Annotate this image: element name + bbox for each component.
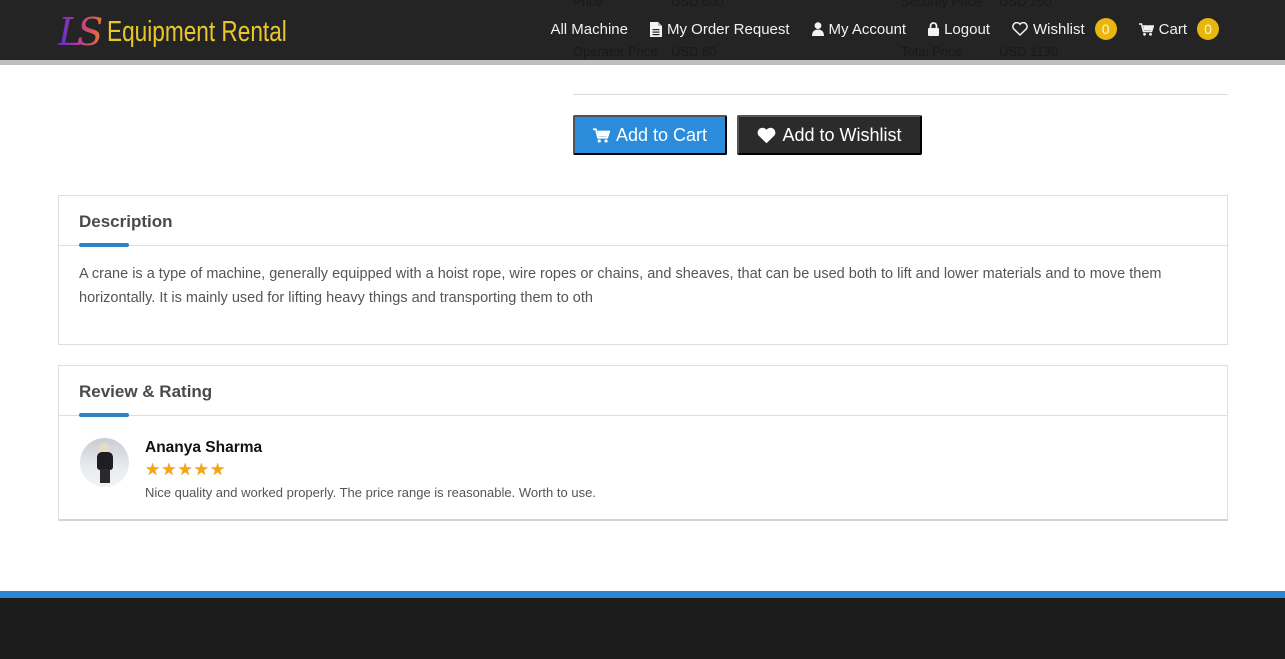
cart-icon bbox=[1138, 22, 1154, 36]
star-filled-icon: ★ bbox=[145, 460, 161, 479]
top-navbar: LS Equipment Rental All Machine My Order… bbox=[0, 0, 1285, 60]
star-filled-icon: ★ bbox=[193, 460, 209, 479]
lock-icon bbox=[928, 22, 940, 36]
nav-logout[interactable]: Logout bbox=[928, 21, 990, 38]
star-filled-icon: ★ bbox=[210, 460, 226, 479]
review-panel: Review & Rating Ananya Sharma ★ ★ ★ ★ ★ Nice… bbox=[58, 365, 1228, 521]
section-divider bbox=[573, 94, 1228, 95]
nav-label: Cart bbox=[1158, 20, 1187, 38]
nav-label: Wishlist bbox=[1032, 20, 1085, 38]
nav-label: Logout bbox=[944, 20, 990, 38]
add-to-cart-button[interactable]: Add to Cart bbox=[573, 115, 727, 155]
review-text: Nice quality and worked properly. The pr… bbox=[145, 485, 596, 500]
cart-icon bbox=[592, 127, 610, 143]
nav-label: My Account bbox=[828, 20, 907, 38]
footer bbox=[0, 598, 1285, 659]
nav-my-account[interactable]: My Account bbox=[811, 20, 907, 38]
review-panel-header: Review & Rating bbox=[59, 366, 1227, 417]
nav-wishlist[interactable]: Wishlist 0 bbox=[1012, 18, 1117, 40]
description-panel-header: Description bbox=[59, 196, 1227, 247]
heart-icon bbox=[757, 127, 776, 144]
nav-label: All Machine bbox=[550, 20, 628, 38]
button-label: Add to Wishlist bbox=[782, 124, 902, 145]
star-rating: ★ ★ ★ ★ ★ bbox=[145, 461, 225, 479]
star-filled-icon: ★ bbox=[177, 460, 193, 479]
file-icon bbox=[650, 21, 662, 37]
title-underline bbox=[79, 243, 129, 247]
heart-outline-icon bbox=[1012, 22, 1028, 36]
user-icon bbox=[811, 22, 824, 36]
header-shadow bbox=[0, 60, 1285, 65]
nav-my-order-request[interactable]: My Order Request bbox=[650, 21, 790, 38]
add-to-wishlist-button[interactable]: Add to Wishlist bbox=[737, 115, 922, 155]
description-panel: Description A crane is a type of machine… bbox=[58, 195, 1228, 345]
reviewer-avatar bbox=[80, 438, 129, 487]
reviewer-name: Ananya Sharma bbox=[145, 439, 263, 456]
nav-all-machine[interactable]: All Machine bbox=[550, 21, 628, 38]
button-label: Add to Cart bbox=[615, 124, 708, 145]
brand-logo[interactable]: LS Equipment Rental bbox=[58, 8, 338, 52]
title-underline bbox=[79, 413, 129, 417]
description-title: Description bbox=[79, 212, 173, 231]
review-title: Review & Rating bbox=[79, 382, 213, 401]
brand-name: Equipment Rental bbox=[107, 16, 288, 48]
description-text: A crane is a type of machine, generally … bbox=[79, 266, 1162, 306]
nav-label: My Order Request bbox=[667, 20, 790, 38]
main-nav: All Machine My Order Request My Account … bbox=[528, 0, 1219, 58]
nav-cart[interactable]: Cart 0 bbox=[1138, 18, 1219, 40]
cart-count-badge: 0 bbox=[1197, 18, 1219, 40]
star-filled-icon: ★ bbox=[161, 460, 177, 479]
wishlist-count-badge: 0 bbox=[1094, 18, 1117, 40]
brand-mark: LS bbox=[58, 12, 105, 52]
footer-accent-bar bbox=[0, 591, 1285, 598]
